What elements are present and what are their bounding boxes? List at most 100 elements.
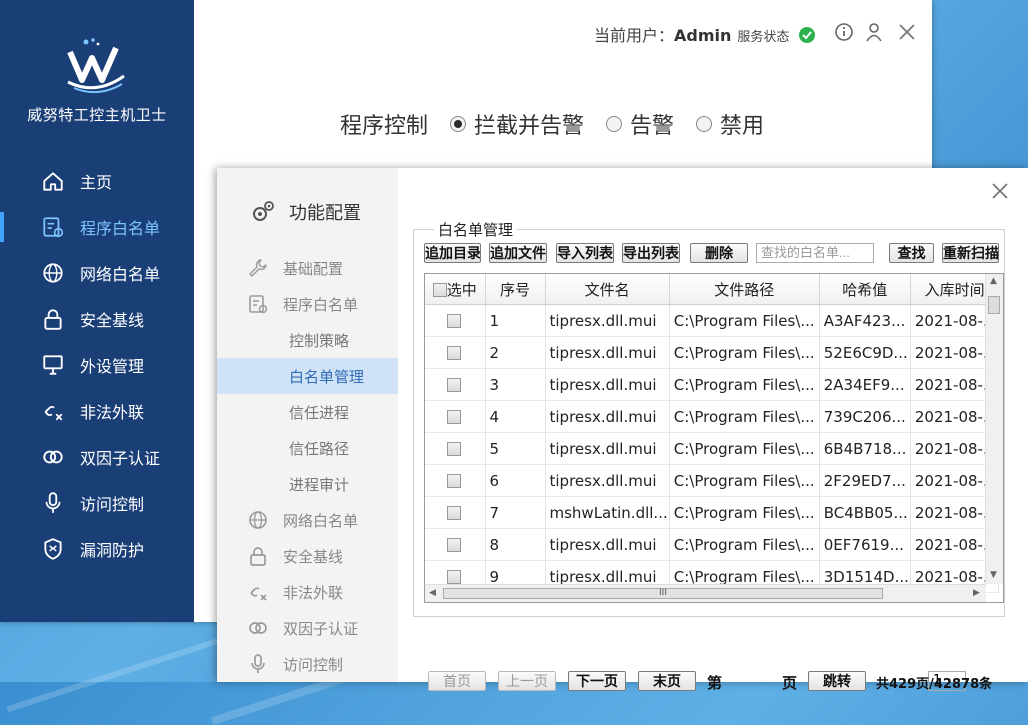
search-button[interactable]: 查找 <box>889 243 934 263</box>
row-checkbox[interactable] <box>447 506 462 520</box>
row-select-cell[interactable] <box>425 432 486 465</box>
rescan-button[interactable]: 重新扫描 <box>942 243 999 263</box>
row-checkbox[interactable] <box>447 314 462 328</box>
dialog-side-item-label: 网络白名单 <box>283 511 359 530</box>
whitelist-search-input[interactable] <box>756 243 874 263</box>
table-row[interactable]: 1 tipresx.dll.mui C:\Program Files\... A3AF… <box>425 304 1000 337</box>
table-row[interactable]: 2 tipresx.dll.mui C:\Program Files\... 52E6… <box>425 336 1000 369</box>
status-ok-icon <box>798 27 815 43</box>
row-file-path: C:\Program Files\... <box>669 464 820 497</box>
dialog-side-item-label: 信任进程 <box>289 403 350 422</box>
add-directory-button[interactable]: 追加目录 <box>424 243 481 263</box>
scroll-left-icon[interactable]: ◀ <box>429 588 436 598</box>
scroll-down-icon[interactable]: ▼ <box>990 570 997 580</box>
program-control-radio[interactable]: 拦截并告警 <box>450 108 584 140</box>
radio-label: 告警 <box>630 114 675 139</box>
row-checkbox[interactable] <box>447 442 462 456</box>
row-file-name: tipresx.dll.mui <box>545 400 670 433</box>
dialog-side-item[interactable]: 白名单管理 <box>217 358 398 394</box>
row-checkbox[interactable] <box>447 474 462 488</box>
row-checkbox[interactable] <box>447 378 462 392</box>
row-select-cell[interactable] <box>425 528 486 561</box>
select-all-checkbox[interactable] <box>432 283 447 297</box>
radio-dot-icon[interactable] <box>606 116 623 132</box>
row-select-cell[interactable] <box>425 304 486 337</box>
dialog-side-item[interactable]: 非法外联 <box>217 574 398 610</box>
nav-item-label: 漏洞防护 <box>80 541 145 560</box>
table-row[interactable]: 4 tipresx.dll.mui C:\Program Files\... 739C… <box>425 400 1000 433</box>
column-header-label: 文件路径 <box>714 280 775 299</box>
dialog-side-item[interactable]: 安全基线 <box>217 538 398 574</box>
table-row[interactable]: 6 tipresx.dll.mui C:\Program Files\... 2F29… <box>425 464 1000 497</box>
whitelist-table: 选中 序号 文件名 文件路径 哈希值 入库时间 1 tipresx.dll.mui C:\Pr… <box>424 273 1004 603</box>
row-checkbox[interactable] <box>447 410 462 424</box>
nav-item[interactable]: 程序白名单 <box>0 208 194 246</box>
column-header[interactable]: 哈希值 <box>819 274 911 305</box>
dialog-side-item[interactable]: 控制策略 <box>217 322 398 358</box>
dialog-side-item[interactable]: 访问控制 <box>217 646 398 682</box>
import-list-button[interactable]: 导入列表 <box>556 243 614 263</box>
row-select-cell[interactable] <box>425 400 486 433</box>
nav-item[interactable]: 外设管理 <box>0 346 194 384</box>
horizontal-scroll-thumb[interactable]: III <box>443 588 883 599</box>
user-icon[interactable] <box>864 22 884 42</box>
vertical-scroll-thumb[interactable] <box>988 296 1000 314</box>
vertical-scrollbar[interactable]: ▲ ▼ <box>985 274 1003 584</box>
column-header[interactable]: 文件名 <box>545 274 670 305</box>
row-checkbox[interactable] <box>447 570 462 584</box>
program-control-label: 程序控制 <box>340 114 429 139</box>
dialog-title: 功能配置 <box>249 198 361 226</box>
row-checkbox[interactable] <box>447 346 462 360</box>
row-select-cell[interactable] <box>425 496 486 529</box>
dialog-side-item[interactable]: 基础配置 <box>217 250 398 286</box>
nav-item[interactable]: 漏洞防护 <box>0 530 194 568</box>
nav-item[interactable]: 主页 <box>0 162 194 200</box>
row-checkbox[interactable] <box>447 538 462 552</box>
double-ring-icon <box>40 444 66 470</box>
scroll-up-icon[interactable]: ▲ <box>990 276 997 286</box>
nav-item[interactable]: 网络白名单 <box>0 254 194 292</box>
dialog-close-icon[interactable] <box>989 180 1011 202</box>
radio-dot-icon[interactable] <box>696 116 713 132</box>
radio-dot-icon[interactable] <box>450 116 467 132</box>
nav-item[interactable]: 安全基线 <box>0 300 194 338</box>
program-control-radio[interactable]: 禁用 <box>696 108 764 140</box>
dialog-side-item[interactable]: 信任路径 <box>217 430 398 466</box>
column-header[interactable]: 文件路径 <box>669 274 820 305</box>
horizontal-scrollbar[interactable]: ◀ III ▶ <box>425 584 986 602</box>
next-page-button[interactable]: 下一页 <box>568 671 626 691</box>
dialog-side-item[interactable]: 信任进程 <box>217 394 398 430</box>
table-row[interactable]: 7 mshwLatin.dll... C:\Program Files\... BC4… <box>425 496 1000 529</box>
row-file-name: tipresx.dll.mui <box>545 336 670 369</box>
info-icon[interactable] <box>834 22 854 42</box>
row-number: 6 <box>485 464 546 497</box>
table-row[interactable]: 8 tipresx.dll.mui C:\Program Files\... 0EF7… <box>425 528 1000 561</box>
delete-button[interactable]: 删除 <box>690 243 748 263</box>
column-header[interactable]: 选中 <box>425 274 486 305</box>
last-page-button[interactable]: 末页 <box>638 671 696 691</box>
export-list-button[interactable]: 导出列表 <box>622 243 680 263</box>
nav-item[interactable]: 双因子认证 <box>0 438 194 476</box>
row-number: 4 <box>485 400 546 433</box>
table-row[interactable]: 5 tipresx.dll.mui C:\Program Files\... 6B4B… <box>425 432 1000 465</box>
dialog-side-item[interactable]: 网络白名单 <box>217 502 398 538</box>
dialog-side-item-label: 安全基线 <box>283 547 344 566</box>
program-control-radio[interactable]: 告警 <box>606 108 674 140</box>
row-select-cell[interactable] <box>425 464 486 497</box>
jump-page-button[interactable]: 跳转 <box>808 671 866 691</box>
dialog-side-item[interactable]: 进程审计 <box>217 466 398 502</box>
add-file-button[interactable]: 追加文件 <box>489 243 547 263</box>
first-page-button[interactable]: 首页 <box>428 671 486 691</box>
scroll-right-icon[interactable]: ▶ <box>973 588 980 598</box>
close-icon[interactable] <box>897 22 917 42</box>
table-row[interactable]: 3 tipresx.dll.mui C:\Program Files\... 2A34… <box>425 368 1000 401</box>
nav-item[interactable]: 非法外联 <box>0 392 194 430</box>
row-file-path: C:\Program Files\... <box>669 304 820 337</box>
nav-item[interactable]: 访问控制 <box>0 484 194 522</box>
dialog-side-item[interactable]: 程序白名单 <box>217 286 398 322</box>
dialog-side-item[interactable]: 双因子认证 <box>217 610 398 646</box>
row-select-cell[interactable] <box>425 336 486 369</box>
row-select-cell[interactable] <box>425 368 486 401</box>
prev-page-button[interactable]: 上一页 <box>498 671 556 691</box>
column-header[interactable]: 序号 <box>485 274 546 305</box>
